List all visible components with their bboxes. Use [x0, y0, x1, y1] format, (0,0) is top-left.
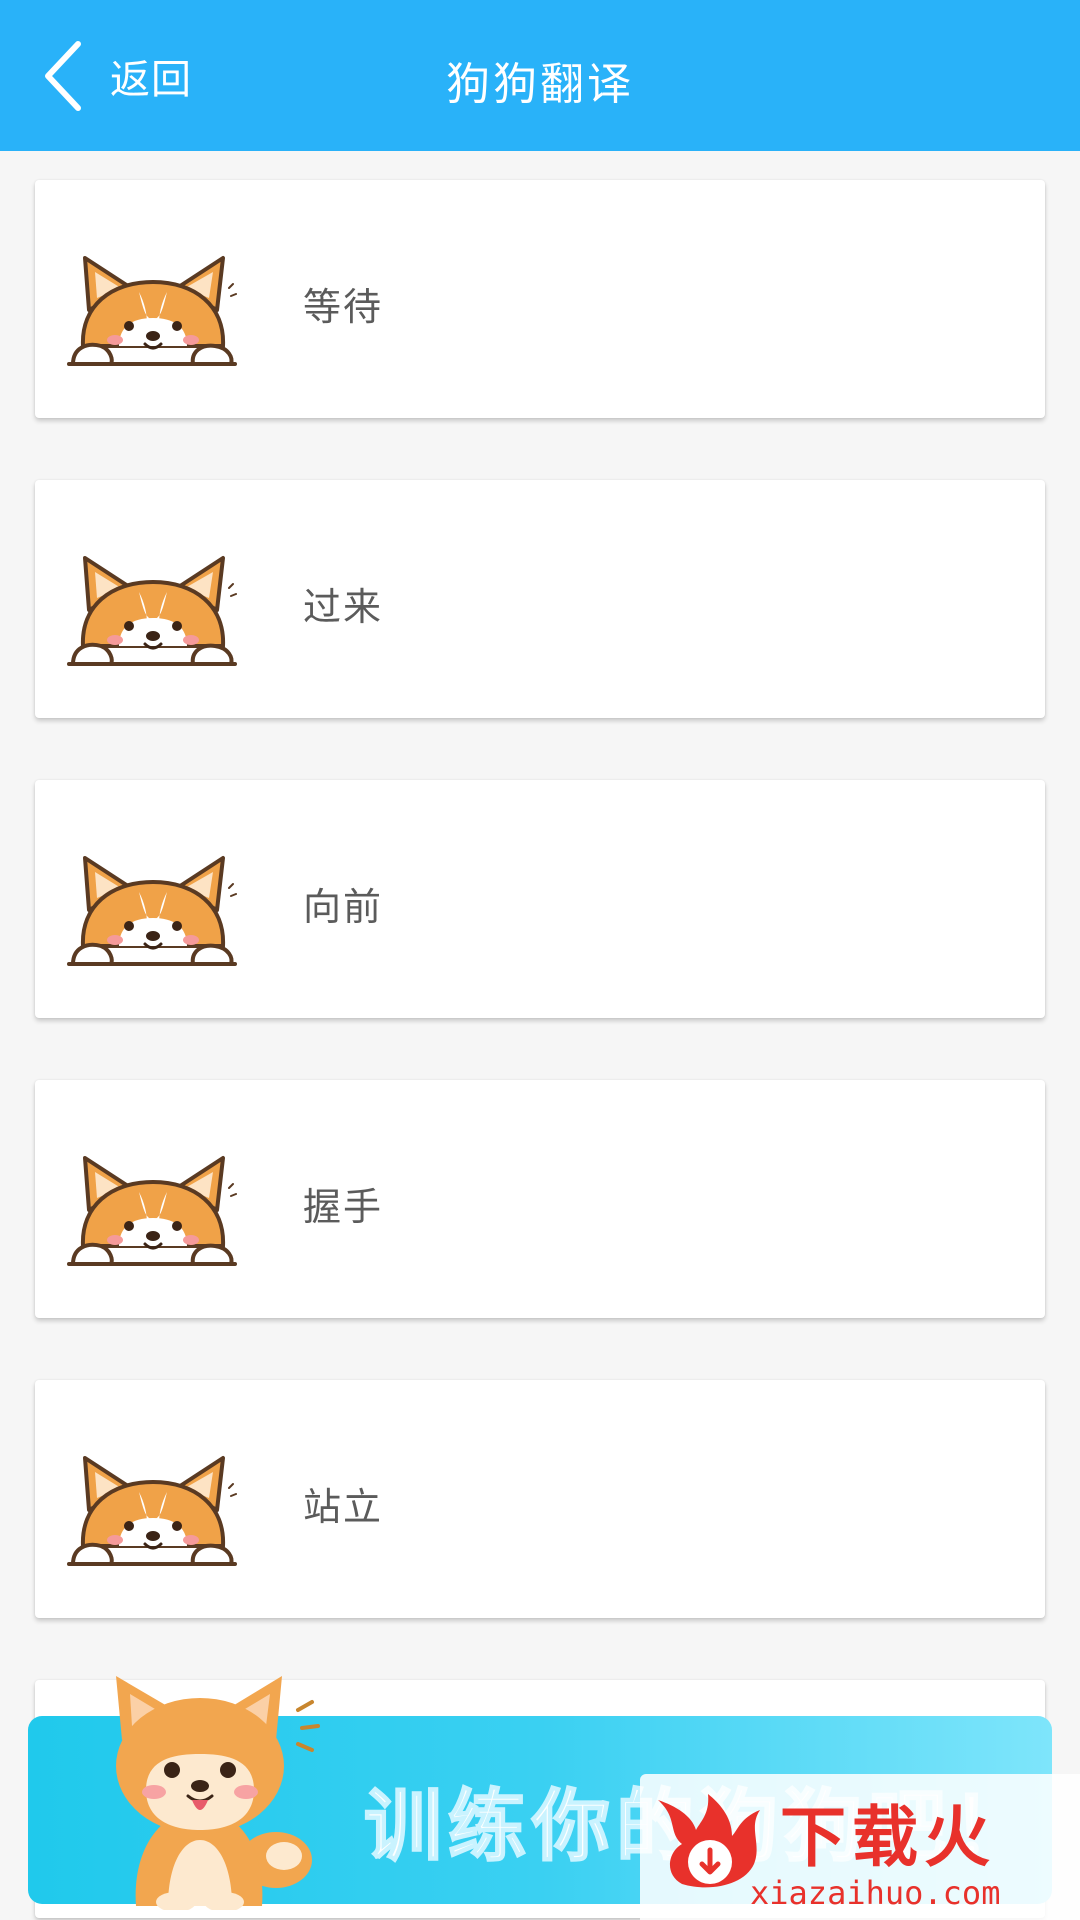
- command-card-wait[interactable]: 等待: [35, 180, 1045, 418]
- watermark-url: xiazaihuo.com: [750, 1874, 1001, 1912]
- watermark: 下载火 xiazaihuo.com: [640, 1774, 1080, 1920]
- corgi-icon: [67, 1148, 237, 1268]
- top-app-bar: 返回 狗狗翻译: [0, 0, 1080, 151]
- command-card-stand[interactable]: 站立: [35, 1380, 1045, 1618]
- corgi-icon: [67, 848, 237, 968]
- command-card-shake-hands[interactable]: 握手: [35, 1080, 1045, 1318]
- command-label: 站立: [303, 1485, 384, 1529]
- corgi-icon: [67, 248, 237, 368]
- command-card-forward[interactable]: 向前: [35, 780, 1045, 1018]
- command-label: 握手: [303, 1185, 384, 1229]
- corgi-icon: [67, 1448, 237, 1568]
- command-label: 向前: [303, 885, 384, 929]
- shiba-dog-icon: [116, 1676, 320, 1910]
- flame-logo-icon: [658, 1794, 760, 1888]
- page-title: 狗狗翻译: [446, 59, 634, 110]
- command-label: 等待: [303, 285, 384, 329]
- command-label: 过来: [303, 585, 384, 629]
- corgi-icon: [67, 548, 237, 668]
- watermark-logo-text: 下载火: [780, 1799, 996, 1876]
- command-card-come[interactable]: 过来: [35, 480, 1045, 718]
